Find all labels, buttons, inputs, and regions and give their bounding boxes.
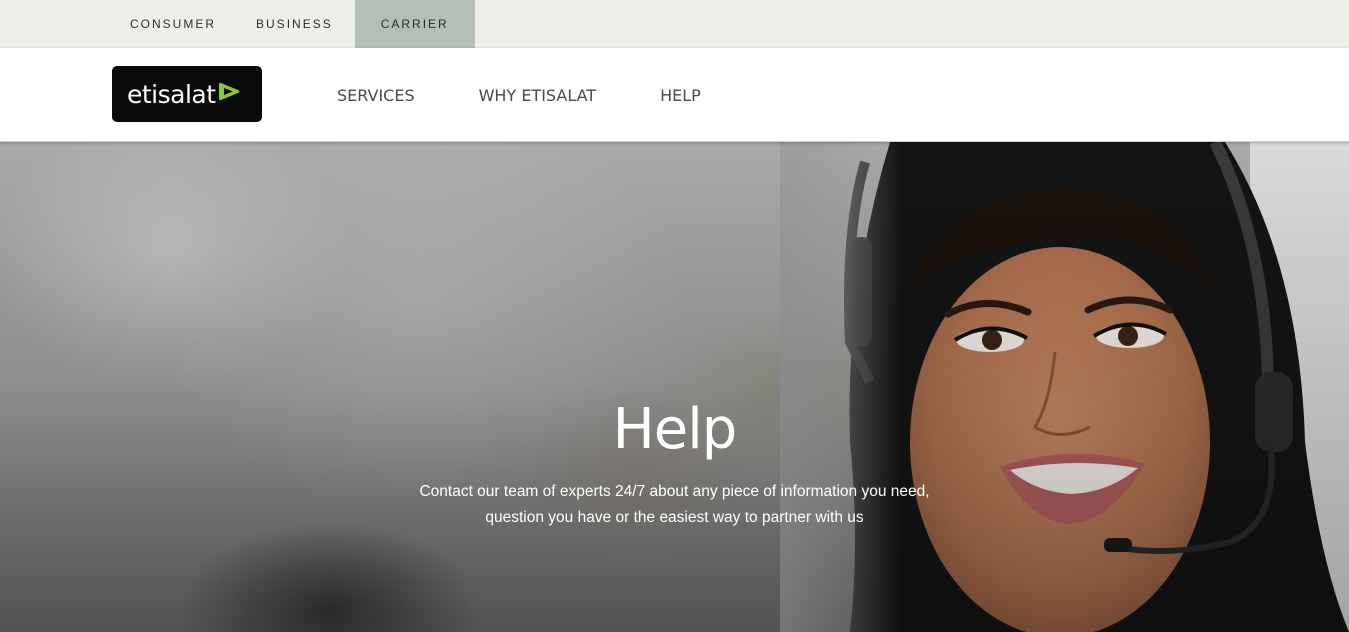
logo-mark-icon [218,82,240,101]
nav-item-services[interactable]: SERVICES [337,86,415,105]
main-header: etisalat SERVICES WHY ETISALAT HELP [0,48,1349,142]
hero-subtitle-line-2: question you have or the easiest way to … [485,509,864,526]
segment-tab-business[interactable]: BUSINESS [234,0,355,48]
hero-banner: Help Contact our team of experts 24/7 ab… [0,142,1349,632]
segment-tab-consumer[interactable]: CONSUMER [112,0,234,48]
main-nav: SERVICES WHY ETISALAT HELP [337,48,765,142]
logo-wordmark: etisalat [127,79,216,109]
segment-tabs: CONSUMER BUSINESS CARRIER [112,0,475,48]
etisalat-logo[interactable]: etisalat [112,66,262,122]
hero-subtitle: Contact our team of experts 24/7 about a… [0,479,1349,531]
hero-content: Help Contact our team of experts 24/7 ab… [0,142,1349,632]
nav-item-why-etisalat[interactable]: WHY ETISALAT [479,86,596,105]
hero-subtitle-line-1: Contact our team of experts 24/7 about a… [419,483,930,500]
hero-title: Help [612,397,738,462]
segment-tab-carrier[interactable]: CARRIER [354,0,475,48]
segment-bar: CONSUMER BUSINESS CARRIER [0,0,1349,48]
nav-item-help[interactable]: HELP [660,86,701,105]
